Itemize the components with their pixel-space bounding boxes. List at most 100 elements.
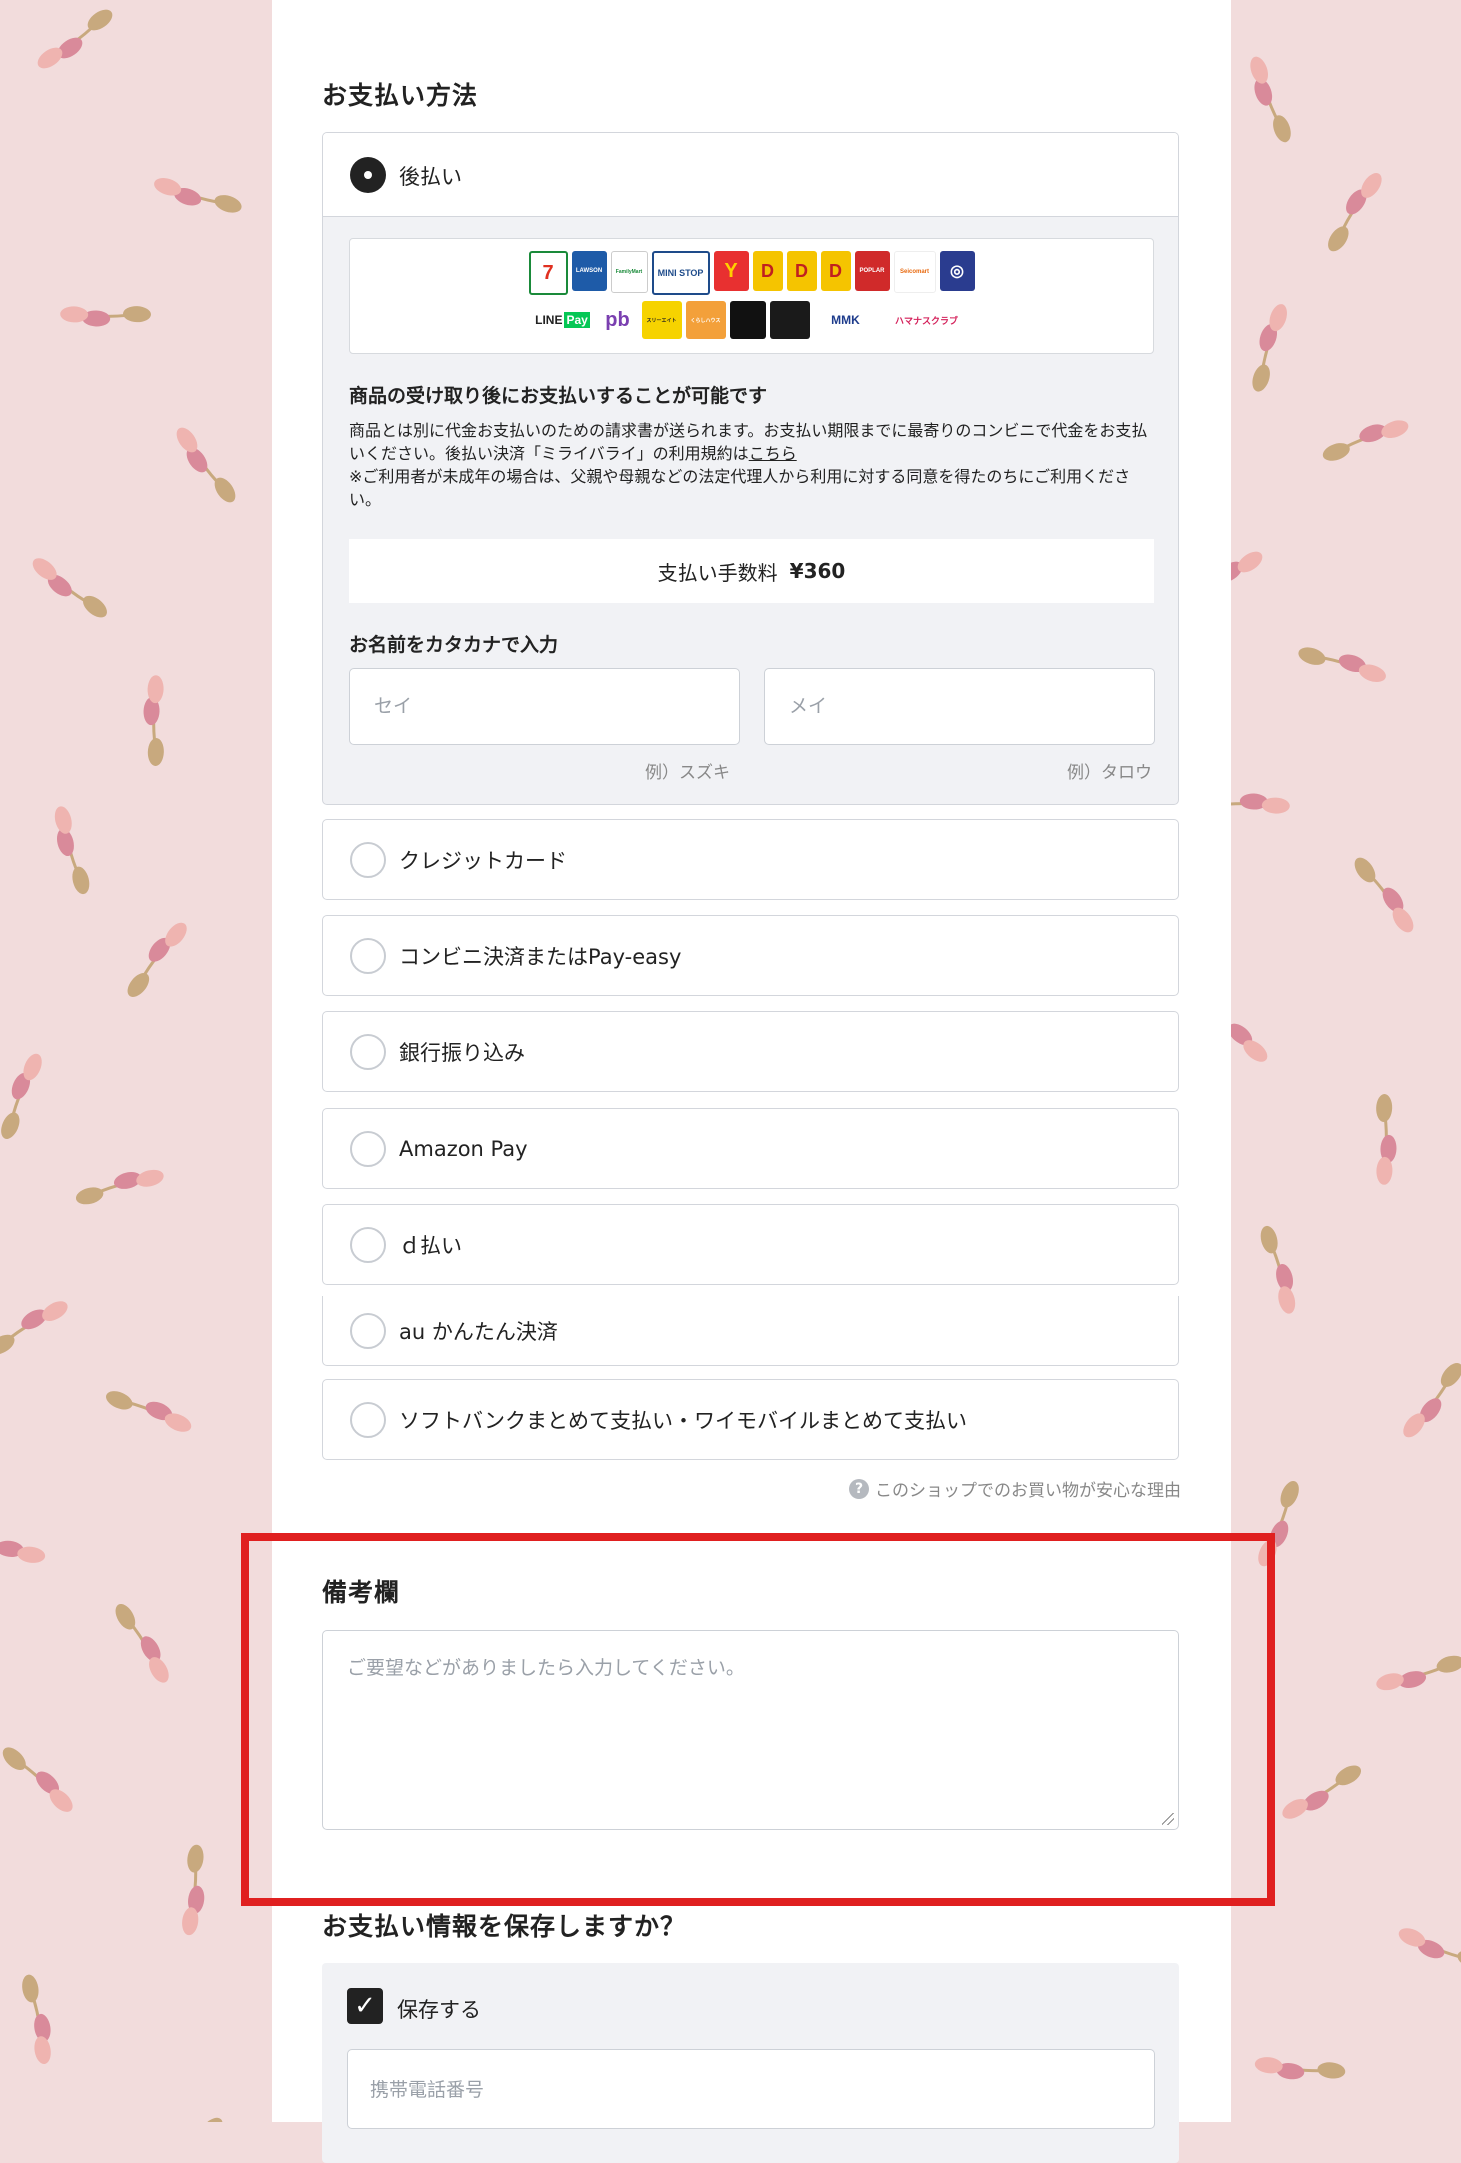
leaf-sprig-icon [1354, 857, 1414, 933]
save-info-box: ✓ 保存する 携帯電話番号 [322, 1963, 1179, 2163]
leaf-sprig-icon [1298, 647, 1386, 682]
leaf-sprig-icon [176, 427, 236, 503]
circle-logo-icon: ◎ [939, 251, 975, 291]
hamanasu-club-logo-icon: ハマナスクラブ [881, 301, 972, 339]
leaf-sprig-icon [54, 806, 90, 895]
leaf-sprig-icon [1376, 1655, 1461, 1691]
payment-option-label: au かんたん決済 [399, 1319, 558, 1344]
daily-logo-3-icon: D [820, 251, 851, 291]
three-eight-logo-icon: スリーエイト [641, 301, 682, 339]
radio-icon[interactable] [350, 937, 386, 974]
leaf-sprig-icon [1, 1053, 42, 1139]
mmk-logo-icon: MMK [813, 301, 878, 339]
leaf-sprig-icon [199, 2117, 223, 2122]
leaf-sprig-icon [1322, 420, 1409, 461]
daily-logo-icon: D [752, 251, 783, 291]
payment-option-label: Amazon Pay [399, 1136, 528, 1161]
radio-selected-icon[interactable] [350, 157, 386, 193]
store-logo-dark-1-icon [729, 301, 766, 339]
help-icon: ? [849, 1478, 869, 1499]
payment-option-label: 銀行振り込み [399, 1040, 525, 1065]
lawson-logo-icon: LAWSON [571, 251, 607, 291]
leaf-sprig-icon [1260, 1225, 1296, 1314]
save-info-title: お支払い情報を保存しますか？ [322, 1912, 687, 1941]
leaf-sprig-icon [154, 178, 242, 213]
leaf-sprig-icon [127, 922, 187, 997]
daily-logo-2-icon: D [786, 251, 817, 291]
payment-option-atobarai-header[interactable]: 後払い [323, 133, 1178, 217]
leaf-sprig-icon [75, 1169, 164, 1205]
kana-name-heading: お名前をカタカナで入力 [349, 634, 559, 656]
leaf-sprig-icon [32, 558, 107, 618]
sei-input[interactable]: セイ [349, 668, 740, 745]
afterpay-heading: 商品の受け取り後にお支払いすることが可能です [349, 385, 768, 407]
payment-option-bank-transfer[interactable]: 銀行振り込み [322, 1011, 1179, 1092]
payment-option-convenience[interactable]: コンビニ決済またはPay-easy [322, 915, 1179, 996]
leaf-sprig-icon [1398, 1928, 1461, 1969]
store-logos: 7 LAWSON FamilyMart MINI STOP Y D D D PO… [349, 238, 1154, 354]
familymart-logo-icon: FamilyMart [610, 251, 648, 293]
payment-method-title: お支払い方法 [322, 81, 479, 110]
payment-option-d-barai[interactable]: ｄ払い [322, 1204, 1179, 1285]
yamazaki-logo-icon: Y [713, 251, 749, 291]
highlight-frame [241, 1533, 1275, 1906]
leaf-sprig-icon [1282, 1765, 1362, 1819]
payment-option-label: ソフトバンクまとめて支払い・ワイモバイルまとめて支払い [399, 1408, 968, 1433]
leaf-sprig-icon [106, 1391, 192, 1432]
safe-shopping-link[interactable]: ? このショップでのお買い物が安心な理由 [849, 1476, 1181, 1501]
radio-icon[interactable] [350, 1033, 386, 1070]
mei-input[interactable]: メイ [764, 668, 1155, 745]
leaf-sprig-icon [60, 306, 151, 327]
payment-option-credit-card[interactable]: クレジットカード [322, 819, 1179, 900]
afterpay-description: 商品とは別に代金お支払いのための請求書が送られます。お支払い期限までに最寄りのコ… [349, 419, 1159, 511]
sei-hint: 例）スズキ [645, 763, 730, 783]
payment-option-label: ｄ払い [399, 1233, 462, 1258]
payment-option-label: クレジットカード [399, 848, 567, 873]
save-checkbox[interactable]: ✓ [347, 1988, 383, 2024]
terms-link[interactable]: こちら [749, 444, 797, 463]
fee-label: 支払い手数料 [657, 560, 778, 585]
leaf-sprig-icon [0, 1301, 68, 1355]
leaf-sprig-icon [22, 1974, 51, 2065]
radio-icon[interactable] [350, 1401, 386, 1438]
leaf-sprig-icon [1250, 56, 1291, 143]
leaf-sprig-icon [1254, 2057, 1346, 2080]
leaf-sprig-icon [143, 675, 164, 766]
mei-hint: 例）タロウ [1067, 763, 1152, 783]
phone-number-input[interactable]: 携帯電話番号 [347, 2049, 1155, 2129]
radio-icon[interactable] [350, 841, 386, 878]
line-pay-logo-icon: LINE Pay [531, 301, 594, 339]
leaf-sprig-icon [1376, 1094, 1397, 1185]
ministop-logo-icon: MINI STOP [651, 251, 710, 295]
store-logos-row-1: 7 LAWSON FamilyMart MINI STOP Y D D D PO… [350, 251, 1153, 295]
payment-option-au[interactable]: au かんたん決済 [322, 1296, 1179, 1366]
payment-option-label: コンビニ決済またはPay-easy [399, 944, 682, 969]
store-logo-dark-2-icon [769, 301, 810, 339]
payment-option-atobarai: 後払い 7 LAWSON FamilyMart MINI STOP Y D D … [322, 132, 1179, 805]
fee-amount: ¥360 [789, 559, 846, 583]
leaf-sprig-icon [2, 1747, 73, 1812]
save-checkbox-label[interactable]: 保存する [397, 1994, 481, 2024]
fee-box: 支払い手数料 ¥360 [349, 539, 1154, 603]
checkmark-icon: ✓ [354, 1991, 376, 2021]
leaf-sprig-icon [115, 1603, 169, 1683]
kurashi-house-logo-icon: くらしハウス [685, 301, 726, 339]
radio-icon[interactable] [350, 1130, 386, 1167]
radio-icon[interactable] [350, 1226, 386, 1263]
seicomart-logo-icon: Seicomart [893, 251, 936, 293]
pb-logo-icon: pb [597, 301, 638, 339]
payment-option-amazon-pay[interactable]: Amazon Pay [322, 1108, 1179, 1189]
leaf-sprig-icon [0, 1540, 46, 1563]
leaf-sprig-icon [37, 9, 113, 69]
seven-eleven-logo-icon: 7 [528, 251, 568, 295]
payment-option-label: 後払い [399, 165, 462, 189]
store-logos-row-2: LINE Pay pb スリーエイト くらしハウス MMK ハマナスクラブ [350, 301, 1153, 339]
poplar-logo-icon: POPLAR [854, 251, 890, 291]
leaf-sprig-icon [1403, 1363, 1461, 1438]
leaf-sprig-icon [1252, 304, 1287, 392]
radio-icon[interactable] [350, 1312, 386, 1349]
leaf-sprig-icon [182, 1844, 205, 1936]
afterpay-minor-note: ※ご利用者が未成年の場合は、父親や母親などの法定代理人から利用に対する同意を得た… [349, 467, 1131, 509]
payment-option-softbank[interactable]: ソフトバンクまとめて支払い・ワイモバイルまとめて支払い [322, 1379, 1179, 1460]
safe-shopping-text: このショップでのお買い物が安心な理由 [875, 1481, 1181, 1501]
